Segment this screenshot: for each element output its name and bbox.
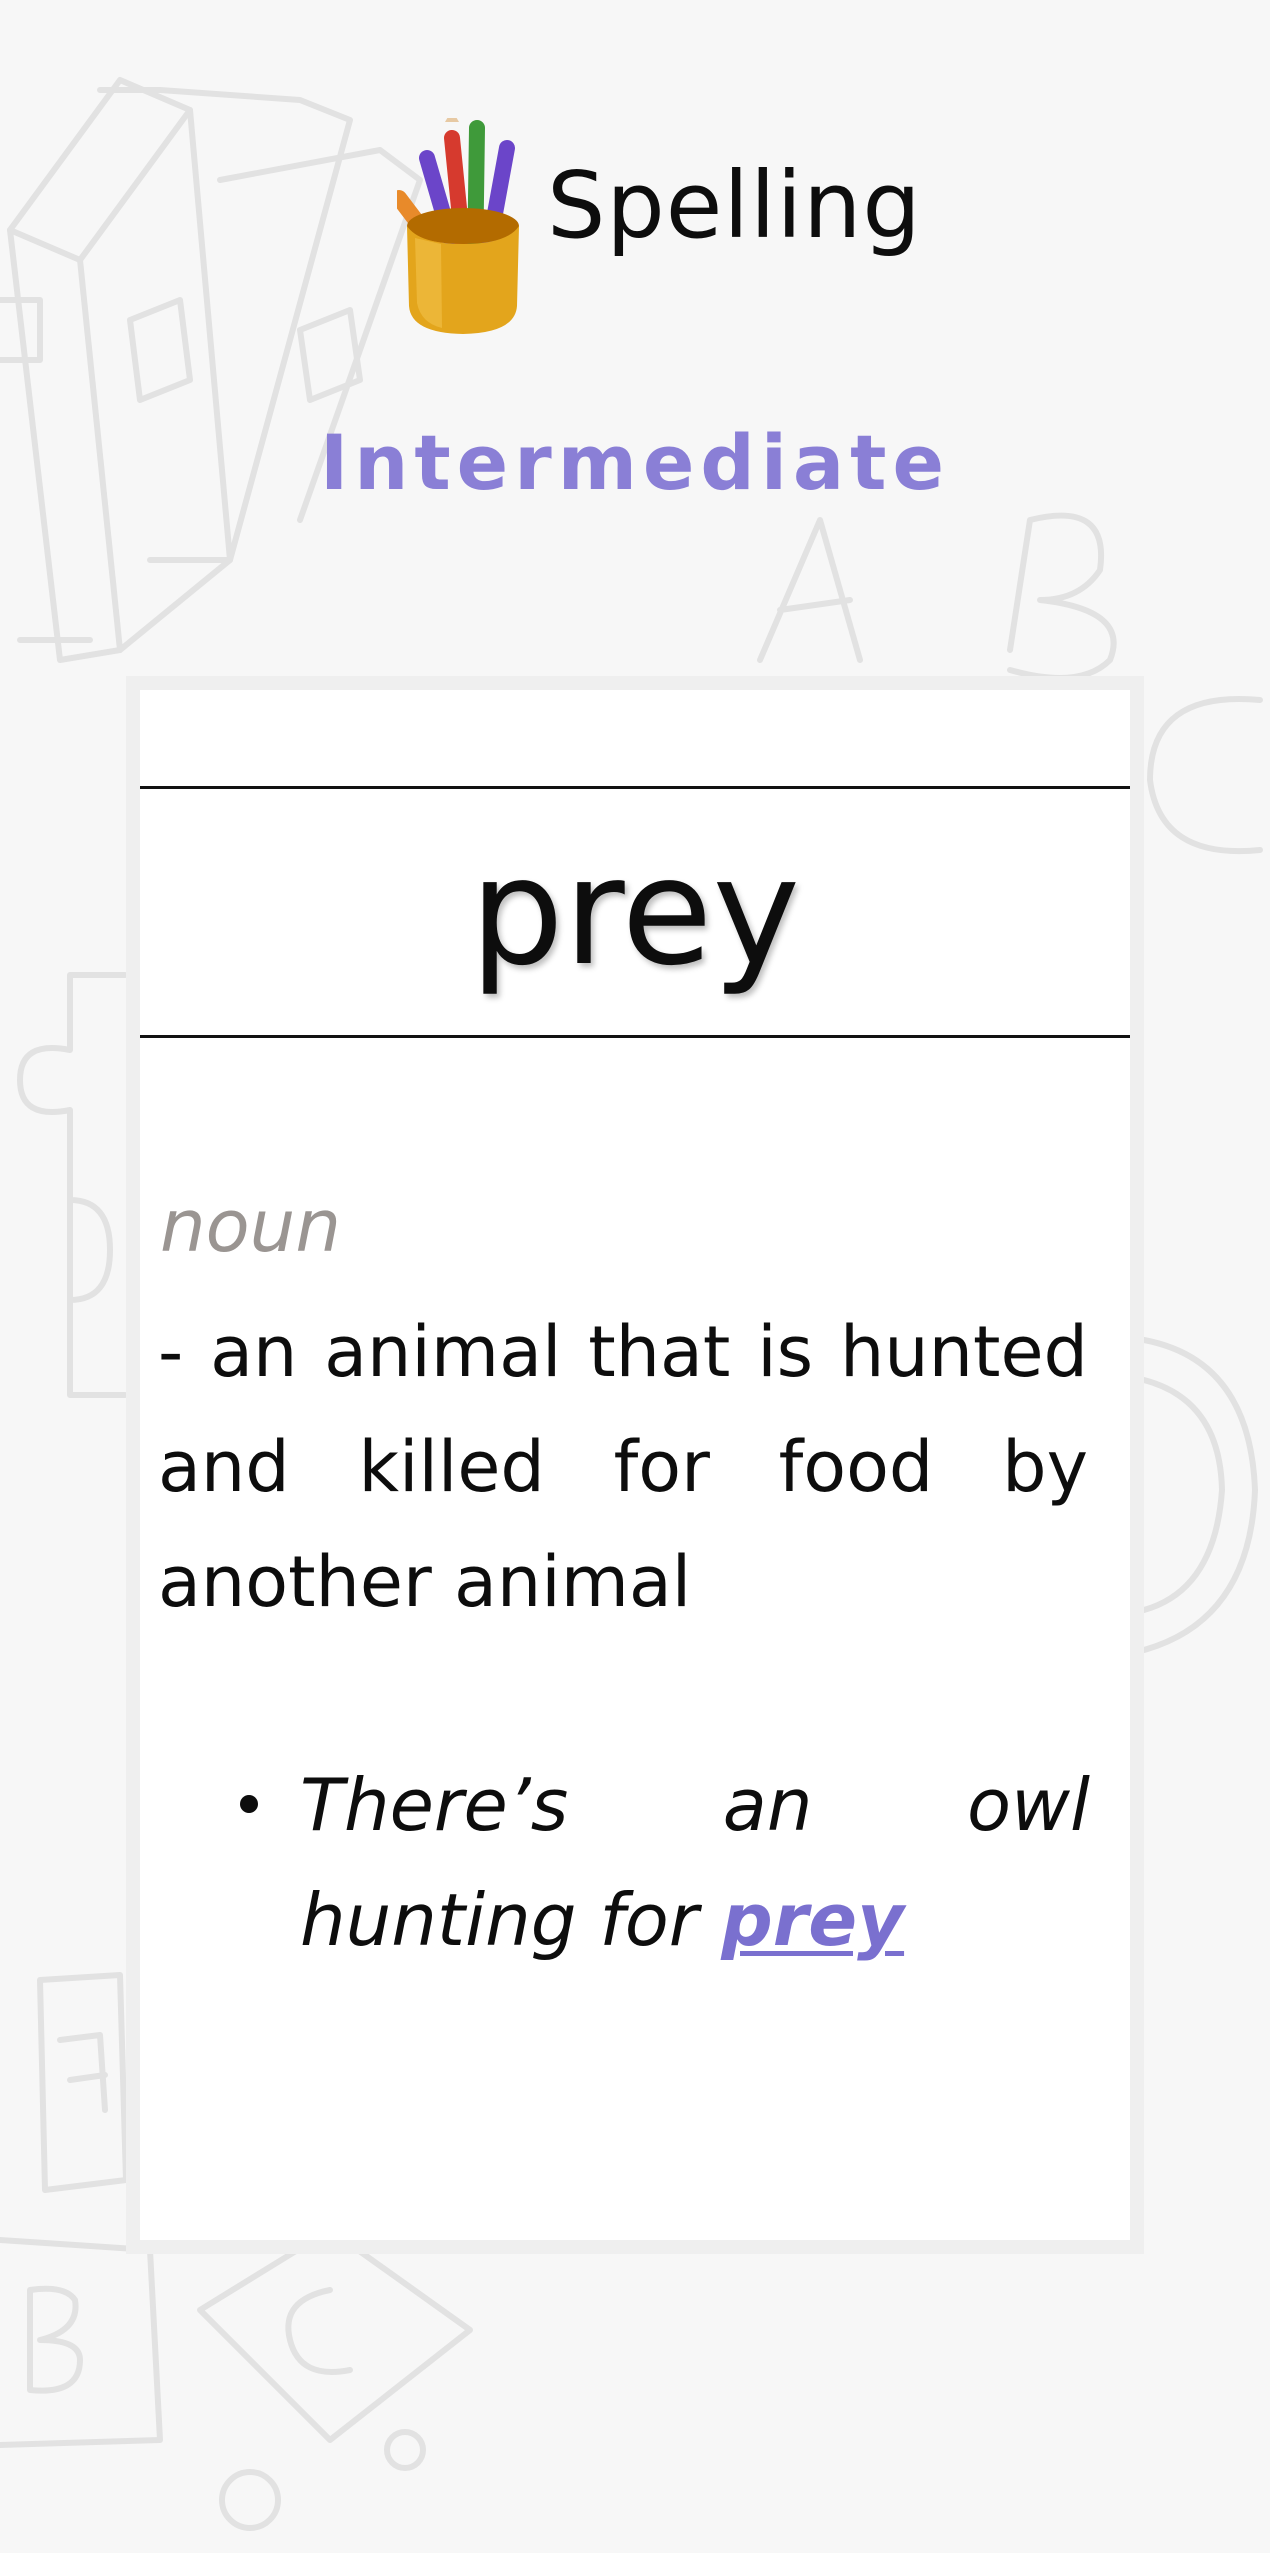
bottom-divider [140,1035,1130,1038]
example-sentence: There’s an owl hunting for prey [240,1748,1090,1978]
top-divider [140,786,1130,789]
bullet-icon [240,1795,258,1813]
highlighted-word: prey [721,1878,905,1962]
example-text: There’s an owl hunting for [300,1763,1090,1962]
word-card: prey noun - an animal that is hunted and… [140,690,1130,2240]
pencil-cup-icon [397,118,519,334]
example-list: There’s an owl hunting for prey [200,1748,1090,1978]
part-of-speech: noun [160,1184,341,1268]
definition-text: - an animal that is hunted and killed fo… [158,1311,1088,1623]
header: Spelling Intermediate [0,0,1270,560]
cup-doodle [1141,1337,1258,1653]
spelling-word: prey [469,826,801,998]
puzzle-doodle [17,972,128,1398]
app-title: Spelling [547,152,922,259]
level-label: Intermediate [319,418,951,507]
